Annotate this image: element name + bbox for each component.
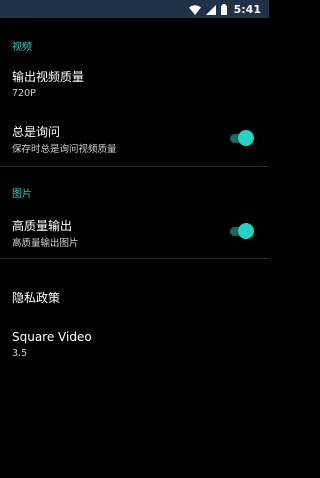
output-video-quality-value: 720P xyxy=(12,88,36,99)
privacy-policy-item[interactable]: 隐私政策 xyxy=(0,280,269,316)
toggle-thumb xyxy=(238,130,254,146)
status-icons: 5:41 xyxy=(188,0,261,19)
always-ask-toggle[interactable] xyxy=(228,130,254,146)
always-ask-subtitle: 保存时总是询问视频质量 xyxy=(12,144,117,155)
high-quality-output-title: 高质量输出 xyxy=(12,219,73,233)
setting-output-video-quality[interactable]: 输出视频质量 720P xyxy=(0,62,269,110)
section-divider xyxy=(0,166,269,167)
setting-high-quality-output[interactable]: 高质量输出 高质量输出图片 xyxy=(0,210,269,256)
app-info-item[interactable]: Square Video 3.5 xyxy=(0,322,269,364)
section-divider xyxy=(0,258,269,259)
output-video-quality-title: 输出视频质量 xyxy=(12,70,85,84)
wifi-icon xyxy=(188,0,201,19)
high-quality-output-toggle[interactable] xyxy=(228,223,254,239)
status-bar: 5:41 xyxy=(0,0,269,18)
setting-always-ask[interactable]: 总是询问 保存时总是询问视频质量 xyxy=(0,116,269,162)
always-ask-title: 总是询问 xyxy=(12,125,61,139)
toggle-thumb xyxy=(238,223,254,239)
status-time: 5:41 xyxy=(233,2,261,16)
app-version: 3.5 xyxy=(12,348,28,359)
app-name: Square Video xyxy=(12,330,92,344)
high-quality-output-subtitle: 高质量输出图片 xyxy=(12,238,79,249)
privacy-policy-title: 隐私政策 xyxy=(12,291,61,305)
section-header-image: 图片 xyxy=(12,189,32,200)
cellular-signal-icon xyxy=(205,0,216,19)
battery-icon xyxy=(220,0,227,19)
section-header-video: 视频 xyxy=(12,42,32,53)
